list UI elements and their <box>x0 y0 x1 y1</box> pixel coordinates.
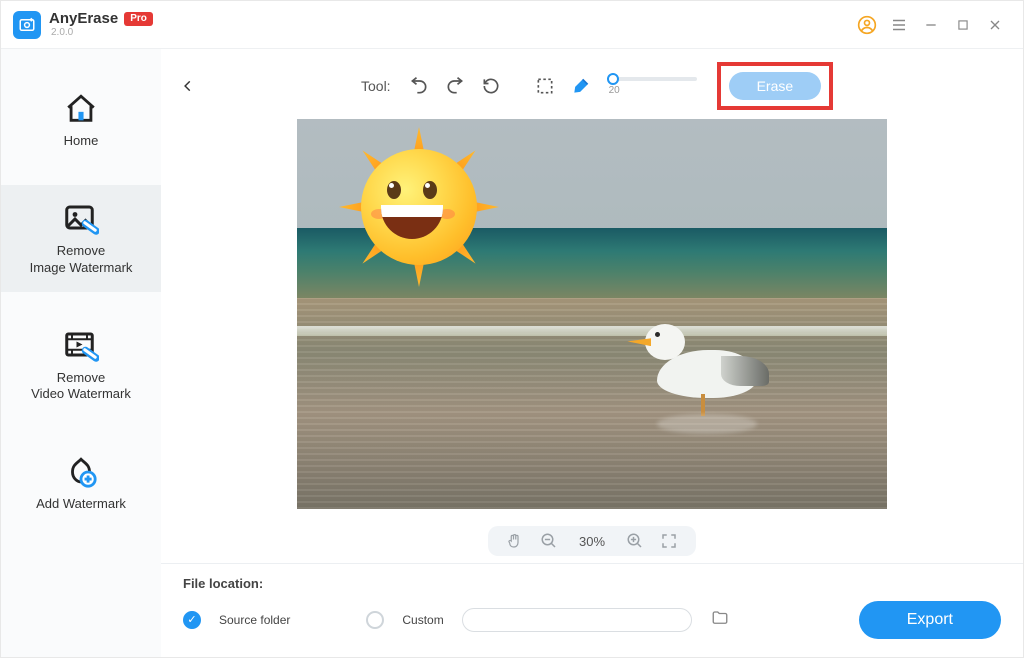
erase-highlight-box: Erase <box>717 62 834 110</box>
sidebar-item-add-watermark[interactable]: Add Watermark <box>1 438 161 528</box>
zoom-out-button[interactable] <box>540 532 558 550</box>
sidebar-item-remove-video-watermark[interactable]: Remove Video Watermark <box>1 312 161 419</box>
maximize-button[interactable] <box>949 11 977 39</box>
pro-badge: Pro <box>124 12 153 26</box>
custom-folder-label: Custom <box>402 613 443 627</box>
sun-emoji-watermark <box>339 127 499 287</box>
user-account-icon[interactable] <box>853 11 881 39</box>
close-button[interactable] <box>981 11 1009 39</box>
minimize-button[interactable] <box>917 11 945 39</box>
file-location-label: File location: <box>183 576 1001 591</box>
zoom-value: 30% <box>574 534 610 549</box>
app-title: AnyErase <box>49 11 118 26</box>
zoom-in-button[interactable] <box>626 532 644 550</box>
sidebar-item-label: Remove Image Watermark <box>30 243 133 276</box>
sidebar-item-label: Add Watermark <box>36 496 126 512</box>
working-image[interactable] <box>297 119 887 509</box>
fit-screen-button[interactable] <box>660 532 678 550</box>
canvas-area[interactable] <box>161 113 1023 513</box>
sidebar-item-label: Home <box>64 133 99 149</box>
content-area: Tool: 20 Erase <box>161 49 1023 657</box>
sidebar-item-remove-image-watermark[interactable]: Remove Image Watermark <box>1 185 161 292</box>
erase-button[interactable]: Erase <box>729 72 822 100</box>
footer: File location: Source folder Custom Expo… <box>161 563 1023 657</box>
redo-button[interactable] <box>441 72 469 100</box>
brush-size-value: 20 <box>609 85 620 96</box>
app-version: 2.0.0 <box>51 28 73 38</box>
remove-image-watermark-icon <box>63 201 99 237</box>
custom-folder-radio[interactable] <box>366 611 384 629</box>
back-button[interactable] <box>175 73 201 99</box>
brush-tool-button[interactable] <box>567 72 595 100</box>
sidebar-item-label: Remove Video Watermark <box>31 370 131 403</box>
seagull <box>627 306 797 436</box>
marquee-tool-button[interactable] <box>531 72 559 100</box>
tool-label: Tool: <box>361 78 391 94</box>
app-logo-icon <box>13 11 41 39</box>
undo-button[interactable] <box>405 72 433 100</box>
pan-hand-button[interactable] <box>506 532 524 550</box>
titlebar: AnyErase Pro 2.0.0 <box>1 1 1023 49</box>
source-folder-radio[interactable] <box>183 611 201 629</box>
sidebar: Home Remove Image Watermark Remove Video… <box>1 49 161 657</box>
export-button[interactable]: Export <box>859 601 1001 639</box>
slider-thumb[interactable] <box>607 73 619 85</box>
menu-icon[interactable] <box>885 11 913 39</box>
add-watermark-icon <box>63 454 99 490</box>
brush-size-slider[interactable]: 20 <box>607 77 697 96</box>
home-icon <box>63 91 99 127</box>
sidebar-item-home[interactable]: Home <box>1 75 161 165</box>
remove-video-watermark-icon <box>63 328 99 364</box>
custom-path-input[interactable] <box>462 608 692 632</box>
browse-folder-button[interactable] <box>710 609 730 632</box>
editor-toolbar: Tool: 20 Erase <box>161 59 1023 113</box>
source-folder-label: Source folder <box>219 613 290 627</box>
reset-button[interactable] <box>477 72 505 100</box>
zoom-controls: 30% <box>161 519 1023 563</box>
